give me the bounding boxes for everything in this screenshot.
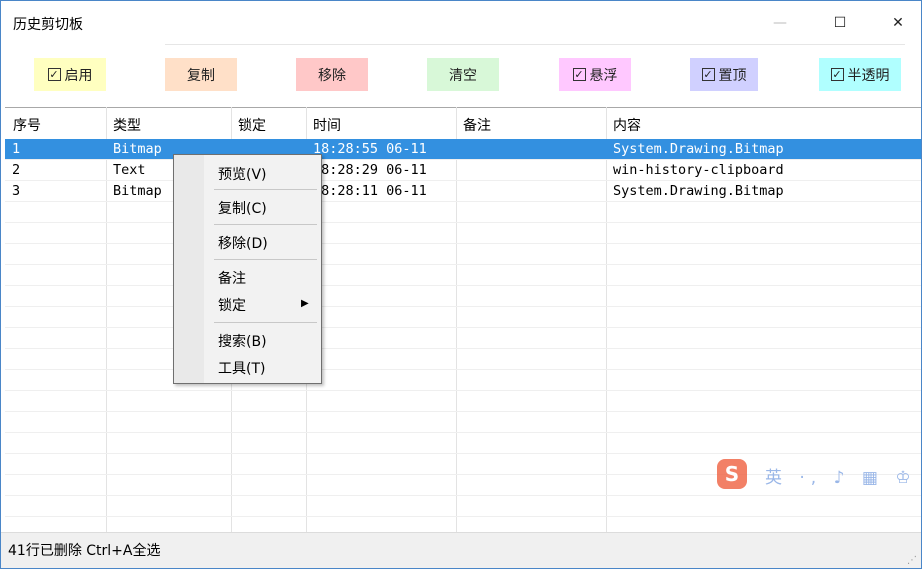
menu-item-lock[interactable]: 锁定 — [218, 295, 246, 315]
checkbox-icon[interactable]: ✓ — [47, 68, 61, 81]
table-row[interactable]: 1 Bitmap 18:28:55 06-11 System.Drawing.B… — [5, 139, 921, 160]
column-header-time[interactable]: 时间 — [313, 115, 341, 135]
remove-label: 移除 — [318, 67, 346, 84]
cell-time: 18:28:55 06-11 — [313, 141, 427, 157]
window-title: 历史剪切板 — [13, 17, 83, 33]
cell-type: Bitmap — [113, 141, 162, 157]
menu-separator — [214, 322, 317, 323]
checkbox-icon[interactable]: ✓ — [572, 68, 586, 81]
cell-index: 2 — [12, 162, 21, 178]
title-bar[interactable]: 历史剪切板 — ☐ ✕ — [1, 1, 921, 45]
close-button[interactable]: ✕ — [875, 1, 921, 45]
menu-item-preview[interactable]: 预览(V) — [218, 164, 267, 184]
menu-item-remove[interactable]: 移除(D) — [218, 233, 268, 253]
translucent-toggle[interactable]: ✓ 半透明 — [819, 58, 901, 91]
submenu-arrow-icon: ▶ — [301, 298, 309, 309]
column-header-locked[interactable]: 锁定 — [238, 115, 266, 135]
cell-index: 1 — [12, 141, 21, 157]
table-row-empty — [5, 349, 921, 370]
cell-index: 3 — [12, 183, 21, 199]
remove-button[interactable]: 移除 — [296, 58, 368, 91]
menu-item-copy[interactable]: 复制(C) — [218, 198, 267, 218]
cell-content: System.Drawing.Bitmap — [613, 183, 784, 199]
translucent-label: 半透明 — [847, 67, 890, 84]
cell-type: Text — [113, 162, 146, 178]
toolbar: ✓ 启用 复制 移除 清空 ✓ 悬浮 ✓ 置顶 ✓ 半透明 — [1, 45, 921, 107]
clear-button[interactable]: 清空 — [427, 58, 499, 91]
column-header-note[interactable]: 备注 — [463, 115, 491, 135]
cell-time: 18:28:29 06-11 — [313, 162, 427, 178]
enable-toggle[interactable]: ✓ 启用 — [34, 58, 106, 91]
resize-grip-icon[interactable]: ⋰ — [907, 555, 917, 566]
table-row-empty — [5, 496, 921, 517]
maximize-button[interactable]: ☐ — [817, 1, 863, 45]
table-row-empty — [5, 391, 921, 412]
minimize-button[interactable]: — — [757, 1, 803, 45]
topmost-label: 置顶 — [718, 67, 747, 84]
table-row-empty — [5, 202, 921, 223]
table-row-empty — [5, 370, 921, 391]
enable-label: 启用 — [64, 67, 93, 84]
column-header-index[interactable]: 序号 — [13, 115, 41, 135]
table-row-empty — [5, 244, 921, 265]
menu-item-search[interactable]: 搜索(B) — [218, 331, 267, 351]
table-row[interactable]: 2 Text 18:28:29 06-11 win-history-clipbo… — [5, 160, 921, 181]
ime-status[interactable]: 英 ·, ♪ ▦ ♔ ⋮ — [765, 463, 921, 488]
table-row-empty — [5, 307, 921, 328]
status-text: 41行已删除 Ctrl+A全选 — [8, 543, 161, 559]
menu-item-tools[interactable]: 工具(T) — [218, 358, 265, 378]
menu-separator — [214, 259, 317, 260]
ime-toolbar[interactable]: S 英 ·, ♪ ▦ ♔ ⋮ — [717, 457, 921, 493]
menu-separator — [214, 224, 317, 225]
table-row-empty — [5, 223, 921, 244]
table-header: 序号 类型 锁定 时间 备注 内容 — [5, 107, 921, 139]
column-header-content[interactable]: 内容 — [613, 115, 641, 135]
sogou-logo-icon[interactable]: S — [717, 459, 747, 489]
checkbox-icon[interactable]: ✓ — [830, 68, 844, 81]
cell-content: System.Drawing.Bitmap — [613, 141, 784, 157]
table-row-empty — [5, 433, 921, 454]
copy-button[interactable]: 复制 — [165, 58, 237, 91]
copy-label: 复制 — [187, 67, 215, 84]
float-label: 悬浮 — [589, 67, 618, 84]
context-menu-gutter — [174, 155, 204, 383]
cell-time: 18:28:11 06-11 — [313, 183, 427, 199]
clear-label: 清空 — [449, 67, 477, 84]
table-row-empty — [5, 517, 921, 532]
table-row-empty — [5, 286, 921, 307]
topmost-toggle[interactable]: ✓ 置顶 — [690, 58, 758, 91]
float-toggle[interactable]: ✓ 悬浮 — [559, 58, 631, 91]
table-row-empty — [5, 412, 921, 433]
context-menu: 预览(V) 复制(C) 移除(D) 备注 锁定 ▶ 搜索(B) 工具(T) — [173, 154, 322, 384]
menu-item-note[interactable]: 备注 — [218, 268, 246, 288]
checkbox-icon[interactable]: ✓ — [701, 68, 715, 81]
cell-type: Bitmap — [113, 183, 162, 199]
table-row-empty — [5, 265, 921, 286]
table-row-empty — [5, 328, 921, 349]
cell-content: win-history-clipboard — [613, 162, 784, 178]
status-bar: 41行已删除 Ctrl+A全选 ⋰ — [1, 532, 921, 568]
table-row[interactable]: 3 Bitmap 18:28:11 06-11 System.Drawing.B… — [5, 181, 921, 202]
clipboard-history-window: 历史剪切板 — ☐ ✕ ✓ 启用 复制 移除 清空 ✓ 悬浮 ✓ 置顶 ✓ 半透… — [0, 0, 922, 569]
menu-separator — [214, 189, 317, 190]
column-header-type[interactable]: 类型 — [113, 115, 141, 135]
